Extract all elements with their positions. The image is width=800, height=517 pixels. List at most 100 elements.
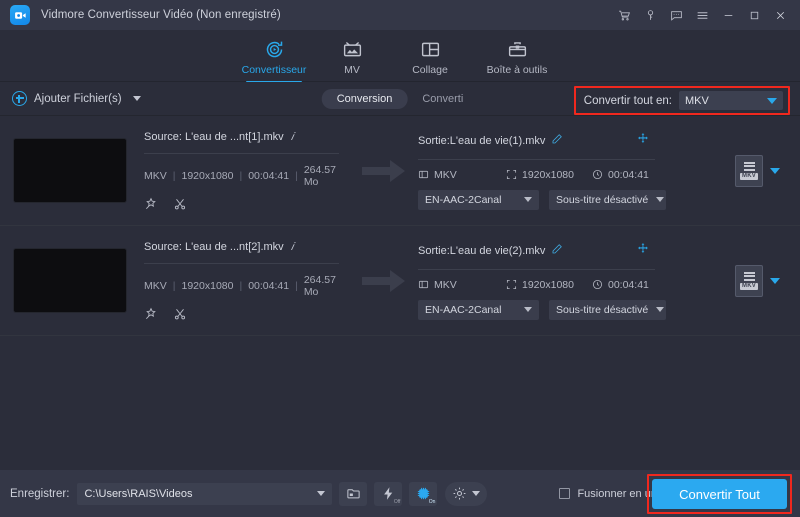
open-folder-button[interactable] bbox=[339, 482, 367, 506]
clock-icon bbox=[592, 279, 603, 290]
divider bbox=[144, 153, 339, 154]
subtitle-value: Sous-titre désactivé bbox=[556, 194, 648, 206]
source-duration: 00:04:41 bbox=[248, 170, 289, 182]
audio-track-select[interactable]: EN-AAC-2Canal bbox=[418, 300, 539, 320]
action-toolbar: Ajouter Fichier(s) Conversion Converti C… bbox=[0, 82, 800, 116]
resolution-icon bbox=[506, 169, 517, 180]
video-thumbnail[interactable] bbox=[14, 139, 126, 202]
divider bbox=[418, 159, 655, 160]
tab-conversion[interactable]: Conversion bbox=[322, 89, 408, 109]
tab-boite-a-outils[interactable]: Boîte à outils bbox=[469, 35, 565, 76]
table-row[interactable]: Source: L'eau de ...nt[2].mkv 𝑖 MKV | 19… bbox=[0, 226, 800, 336]
output-format: MKV bbox=[434, 279, 457, 291]
convert-all-format-select[interactable]: MKV bbox=[679, 91, 783, 110]
move-handle-icon[interactable] bbox=[637, 242, 650, 260]
convert-all-highlight: Convertir Tout bbox=[647, 474, 792, 514]
tab-collage[interactable]: Collage bbox=[391, 35, 469, 76]
file-lines-icon bbox=[744, 162, 755, 171]
tab-label: MV bbox=[344, 64, 360, 76]
meta-separator: | bbox=[295, 280, 298, 292]
gpu-acceleration-button[interactable]: On bbox=[409, 482, 437, 506]
add-files-button[interactable]: Ajouter Fichier(s) bbox=[12, 91, 141, 106]
chevron-down-icon bbox=[472, 491, 480, 496]
maximize-icon[interactable] bbox=[742, 3, 766, 27]
source-size: 264.57 Mo bbox=[304, 274, 352, 298]
resolution-icon bbox=[506, 279, 517, 290]
audio-track-select[interactable]: EN-AAC-2Canal bbox=[418, 190, 539, 210]
trim-scissors-icon[interactable] bbox=[173, 307, 187, 321]
source-format: MKV bbox=[144, 170, 167, 182]
info-icon[interactable]: 𝑖 bbox=[291, 241, 294, 254]
output-format-column: MKV bbox=[735, 265, 786, 297]
convert-arrow-icon bbox=[356, 268, 412, 294]
view-switch: Conversion Converti bbox=[322, 89, 479, 109]
save-path-value: C:\Users\RAIS\Videos bbox=[84, 488, 313, 500]
rename-pencil-icon[interactable] bbox=[551, 242, 563, 260]
lightning-state-label: Off bbox=[394, 499, 401, 505]
app-logo bbox=[10, 5, 30, 25]
output-resolution: 1920x1080 bbox=[522, 169, 574, 181]
output-filename: Sortie:L'eau de vie(2).mkv bbox=[418, 245, 545, 257]
cart-icon[interactable] bbox=[612, 3, 636, 27]
minimize-icon[interactable] bbox=[716, 3, 740, 27]
format-badge[interactable]: MKV bbox=[735, 155, 763, 187]
folder-icon bbox=[346, 486, 361, 501]
feedback-icon[interactable] bbox=[664, 3, 688, 27]
collage-icon bbox=[420, 38, 441, 60]
video-thumbnail[interactable] bbox=[14, 249, 126, 312]
merge-checkbox[interactable] bbox=[559, 488, 570, 499]
format-icon bbox=[418, 169, 429, 180]
output-metadata: MKV 1920x1080 00:04:41 bbox=[418, 279, 666, 291]
add-files-label: Ajouter Fichier(s) bbox=[34, 93, 122, 105]
edit-wand-icon[interactable] bbox=[144, 307, 158, 321]
format-badge[interactable]: MKV bbox=[735, 265, 763, 297]
output-filename: Sortie:L'eau de vie(1).mkv bbox=[418, 135, 545, 147]
format-icon bbox=[418, 279, 429, 290]
meta-separator: | bbox=[239, 170, 242, 182]
trim-scissors-icon[interactable] bbox=[173, 197, 187, 211]
format-dropdown-icon[interactable] bbox=[770, 168, 780, 174]
tab-convertisseur[interactable]: Convertisseur bbox=[235, 35, 313, 76]
format-badge-label: MKV bbox=[740, 283, 758, 290]
info-icon[interactable]: 𝑖 bbox=[291, 131, 294, 144]
chevron-down-icon bbox=[767, 98, 777, 104]
subtitle-select[interactable]: Sous-titre désactivé bbox=[549, 300, 666, 320]
gpu-state-label: On bbox=[429, 499, 436, 505]
meta-separator: | bbox=[239, 280, 242, 292]
convert-arrow-icon bbox=[356, 158, 412, 184]
plus-circle-icon bbox=[12, 91, 27, 106]
source-column: Source: L'eau de ...nt[2].mkv 𝑖 MKV | 19… bbox=[144, 241, 352, 321]
source-duration: 00:04:41 bbox=[248, 280, 289, 292]
output-metadata: MKV 1920x1080 00:04:41 bbox=[418, 169, 666, 181]
output-column: Sortie:L'eau de vie(2).mkv bbox=[418, 242, 666, 320]
close-icon[interactable] bbox=[768, 3, 792, 27]
output-format-column: MKV bbox=[735, 155, 786, 187]
hardware-acceleration-button[interactable]: Off bbox=[374, 482, 402, 506]
mv-icon bbox=[342, 38, 363, 60]
window-title: Vidmore Convertisseur Vidéo (Non enregis… bbox=[41, 9, 281, 21]
tab-mv[interactable]: MV bbox=[313, 35, 391, 76]
convert-all-button[interactable]: Convertir Tout bbox=[652, 479, 787, 509]
format-dropdown-icon[interactable] bbox=[770, 278, 780, 284]
chevron-down-icon bbox=[656, 197, 664, 202]
output-format: MKV bbox=[434, 169, 457, 181]
subtitle-select[interactable]: Sous-titre désactivé bbox=[549, 190, 666, 210]
settings-button[interactable] bbox=[445, 482, 487, 506]
rename-pencil-icon[interactable] bbox=[551, 132, 563, 150]
key-icon[interactable] bbox=[638, 3, 662, 27]
meta-separator: | bbox=[173, 170, 176, 182]
move-handle-icon[interactable] bbox=[637, 132, 650, 150]
table-row[interactable]: Source: L'eau de ...nt[1].mkv 𝑖 MKV | 19… bbox=[0, 116, 800, 226]
chevron-down-icon[interactable] bbox=[133, 96, 141, 101]
tab-converti[interactable]: Converti bbox=[407, 89, 478, 109]
application-window: Vidmore Convertisseur Vidéo (Non enregis… bbox=[0, 0, 800, 517]
audio-track-value: EN-AAC-2Canal bbox=[425, 304, 516, 316]
edit-wand-icon[interactable] bbox=[144, 197, 158, 211]
menu-icon[interactable] bbox=[690, 3, 714, 27]
convert-all-label: Convertir tout en: bbox=[584, 95, 672, 107]
gear-icon bbox=[452, 486, 467, 501]
file-lines-icon bbox=[744, 272, 755, 281]
converter-icon bbox=[264, 38, 285, 60]
save-path-input[interactable]: C:\Users\RAIS\Videos bbox=[77, 483, 332, 505]
divider bbox=[418, 269, 655, 270]
